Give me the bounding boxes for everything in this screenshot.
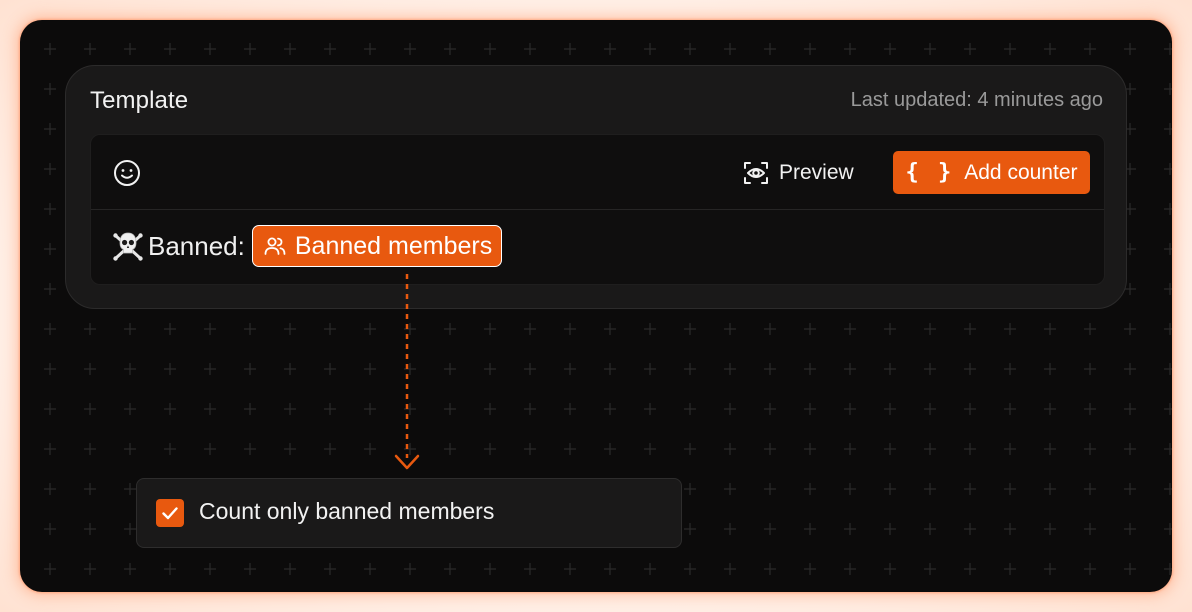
users-icon	[264, 237, 286, 255]
banned-members-chip[interactable]: Banned members	[251, 225, 503, 267]
template-card: Template Last updated: 4 minutes ago Pre	[65, 65, 1127, 309]
editor-toolbar: Preview { } Add counter	[91, 135, 1104, 210]
add-counter-button[interactable]: { } Add counter	[893, 151, 1090, 194]
count-banned-checkbox[interactable]	[156, 499, 184, 527]
add-counter-label: Add counter	[964, 160, 1078, 184]
skull-crossbones-icon	[113, 232, 143, 261]
smiley-icon[interactable]	[112, 158, 142, 188]
template-content: Banned: Banned members	[112, 224, 503, 268]
last-updated-text: Last updated: 4 minutes ago	[850, 89, 1103, 111]
count-option-card: Count only banned members	[136, 478, 682, 548]
eye-scan-icon	[744, 162, 768, 184]
card-title: Template	[90, 87, 189, 114]
template-editor[interactable]: Preview { } Add counter Banned: Banned m…	[90, 134, 1105, 285]
checkmark-icon	[162, 507, 178, 520]
dotted-arrow-down-icon	[394, 274, 420, 470]
chip-label: Banned members	[294, 231, 493, 260]
banned-prefix-text: Banned:	[148, 230, 245, 261]
preview-label: Preview	[779, 161, 854, 184]
braces-icon: { }	[905, 160, 955, 185]
count-banned-label: Count only banned members	[199, 498, 495, 524]
preview-button[interactable]: Preview	[743, 156, 854, 190]
app-frame: Template Last updated: 4 minutes ago Pre	[20, 20, 1172, 592]
